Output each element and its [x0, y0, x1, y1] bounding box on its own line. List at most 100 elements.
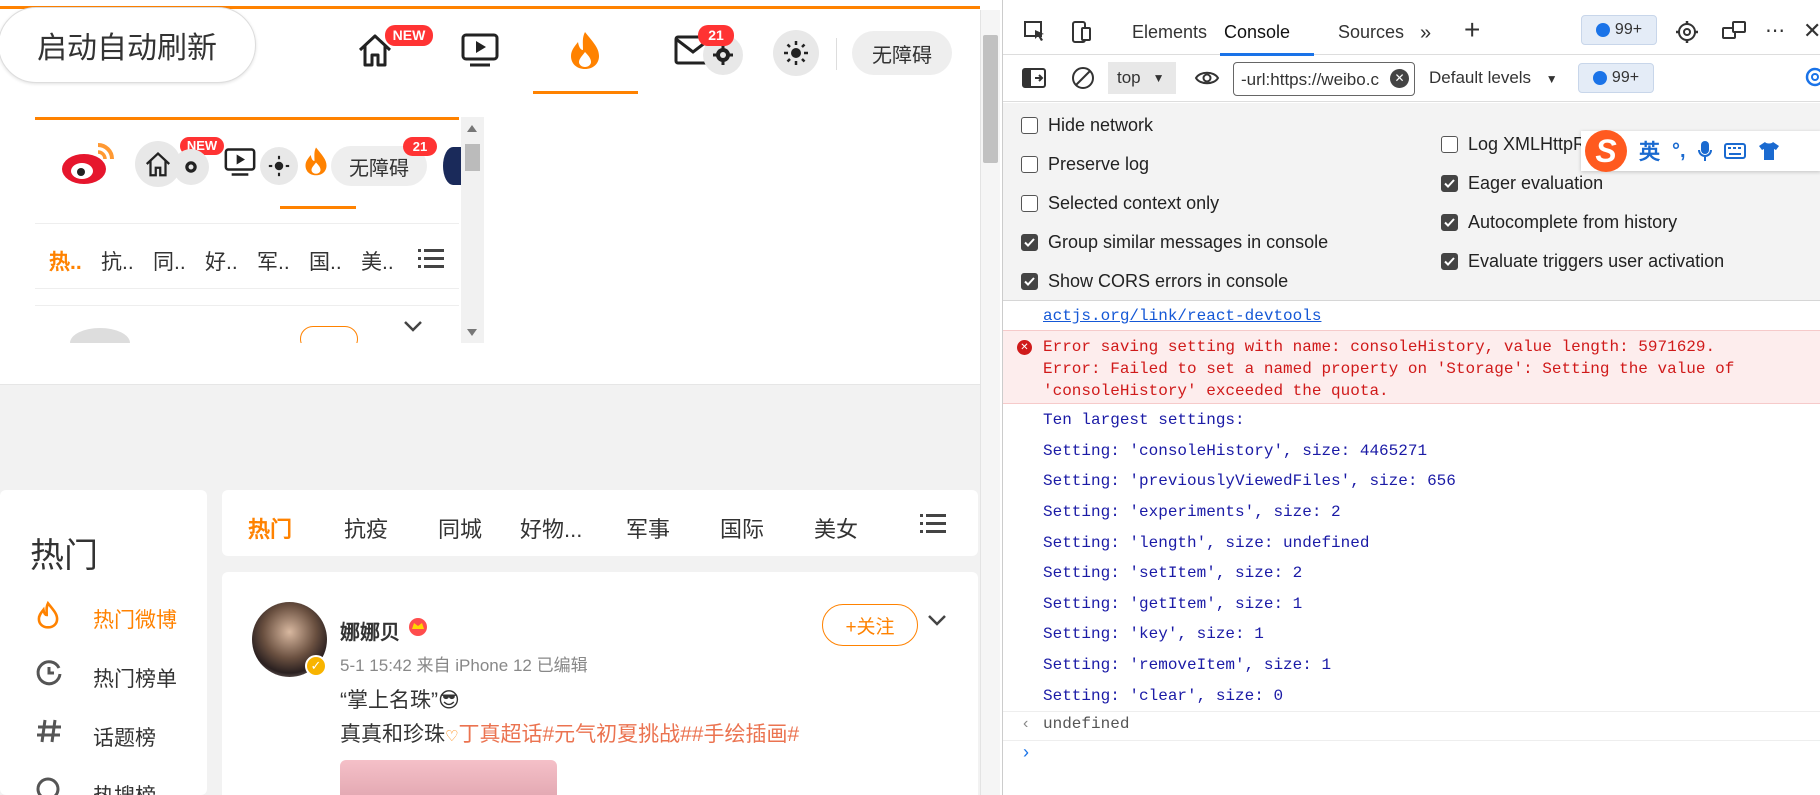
setting-eager-eval[interactable]: Eager evaluation [1441, 173, 1603, 194]
context-label: top [1117, 68, 1141, 87]
checkbox[interactable] [1021, 117, 1038, 134]
sidebar-item-hot-list[interactable]: 热门榜单 [93, 663, 177, 693]
setting-user-activation[interactable]: Evaluate triggers user activation [1441, 251, 1724, 272]
close-icon[interactable]: ✕ [1803, 18, 1820, 44]
post-author[interactable]: 娜娜贝 [340, 616, 400, 645]
mini-menu-icon[interactable] [418, 248, 444, 268]
page-scrollbar[interactable] [980, 10, 1000, 795]
video-icon[interactable] [450, 20, 510, 80]
mini-avatar-partial[interactable] [443, 147, 463, 185]
skin-shirt-icon[interactable] [1758, 141, 1780, 161]
ime-punctuation[interactable]: °, [1672, 140, 1686, 163]
setting-label: Evaluate triggers user activation [1468, 251, 1725, 271]
clear-console-icon[interactable] [1071, 66, 1095, 90]
mini-tab[interactable]: 军.. [257, 246, 290, 276]
setting-show-cors[interactable]: Show CORS errors in console [1021, 271, 1288, 292]
mini-gear-icon[interactable] [173, 149, 209, 185]
scroll-up-icon[interactable] [467, 125, 477, 132]
more-tabs-icon[interactable]: » [1420, 22, 1431, 45]
checkbox-checked[interactable] [1441, 253, 1458, 270]
checkbox[interactable] [1021, 195, 1038, 212]
keyboard-icon[interactable] [1723, 143, 1746, 159]
sidebar-item-hot-search[interactable]: 热搜榜 [93, 780, 156, 795]
tab-military[interactable]: 军事 [626, 512, 670, 544]
tab-epidemic[interactable]: 抗疫 [344, 512, 388, 544]
settings-gear-icon[interactable] [1675, 20, 1699, 44]
checkbox-checked[interactable] [1441, 214, 1458, 231]
mini-sun-icon[interactable] [260, 147, 298, 185]
auto-refresh-button[interactable]: 启动自动刷新 [0, 7, 256, 83]
eval-result: undefined [1043, 715, 1130, 733]
mini-tab[interactable]: 美.. [361, 246, 394, 276]
mini-tab[interactable]: 好.. [205, 246, 238, 276]
checkbox[interactable] [1021, 156, 1038, 173]
ime-mode-label[interactable]: 英 [1639, 136, 1660, 166]
console-settings-icon[interactable] [1803, 65, 1820, 89]
sidebar-toggle-icon[interactable] [1021, 67, 1047, 89]
mini-follow-button[interactable] [300, 326, 358, 343]
post-chevron-down-icon[interactable] [927, 614, 947, 626]
mini-feed-preview [35, 305, 459, 343]
checkbox-checked[interactable] [1021, 234, 1038, 251]
checkbox-checked[interactable] [1441, 175, 1458, 192]
mini-video-icon[interactable] [223, 147, 257, 177]
more-options-icon[interactable]: ⋯ [1765, 18, 1785, 43]
setting-autocomplete[interactable]: Autocomplete from history [1441, 212, 1677, 233]
hot-flame-icon[interactable] [555, 20, 615, 80]
tab-elements[interactable]: Elements [1132, 22, 1207, 43]
tab-hot[interactable]: 热门 [248, 512, 292, 544]
setting-group-similar[interactable]: Group similar messages in console [1021, 232, 1328, 253]
scroll-down-icon[interactable] [467, 329, 477, 336]
post-image[interactable] [340, 760, 557, 795]
console-prompt-input[interactable] [1043, 743, 1803, 765]
toolbar-issues-count: 99+ [1611, 69, 1640, 86]
sogou-logo-icon[interactable]: S [1585, 130, 1627, 172]
follow-button[interactable]: +关注 [822, 604, 918, 646]
mini-scrollbar[interactable] [461, 117, 484, 343]
log-levels-label: Default levels [1429, 68, 1532, 87]
filter-input[interactable]: -url:https://weibo.c ✕ [1233, 62, 1415, 96]
tab-sources[interactable]: Sources [1338, 22, 1404, 43]
react-devtools-link[interactable]: actjs.org/link/react-devtools [1043, 307, 1321, 325]
setting-selected-context[interactable]: Selected context only [1021, 193, 1219, 214]
add-tab-icon[interactable]: + [1464, 16, 1480, 44]
clear-filter-icon[interactable]: ✕ [1390, 69, 1409, 88]
post-topic-link[interactable]: 丁真超话#元气初夏挑战##手绘插画# [458, 723, 799, 746]
issues-counter[interactable]: 99+ [1581, 15, 1657, 45]
feedback-icon[interactable] [1721, 20, 1747, 44]
prompt-chevron-icon: › [1023, 742, 1029, 762]
context-selector[interactable]: top ▼ [1108, 62, 1176, 94]
top-panel: 启动自动刷新 NEW 21 无障碍 NEW 无障碍 21 热.. 抗.. 同..… [0, 0, 980, 385]
accessibility-button[interactable]: 无障碍 [852, 31, 952, 75]
setting-label: Group similar messages in console [1048, 232, 1329, 252]
toolbar-issues-counter[interactable]: 99+ [1578, 63, 1654, 93]
setting-hide-network[interactable]: Hide network [1021, 115, 1153, 136]
sidebar-item-topics[interactable]: 话题榜 [93, 722, 156, 752]
inspect-element-icon[interactable] [1023, 20, 1047, 44]
tab-local[interactable]: 同城 [438, 512, 482, 544]
checkbox-checked[interactable] [1021, 273, 1038, 290]
ime-toolbar[interactable]: S 英 °, [1581, 130, 1820, 172]
tab-console[interactable]: Console [1224, 22, 1290, 43]
live-expression-eye-icon[interactable] [1194, 67, 1220, 89]
log-levels-dropdown[interactable]: Default levels ▼ [1429, 68, 1558, 88]
setting-preserve-log[interactable]: Preserve log [1021, 154, 1149, 175]
tab-beauty[interactable]: 美女 [814, 512, 858, 544]
mini-chevron-down-icon[interactable] [403, 320, 423, 332]
mini-scroll-thumb[interactable] [465, 144, 480, 171]
weibo-logo-icon[interactable] [60, 139, 118, 187]
theme-sun-icon[interactable] [773, 30, 819, 76]
mini-tab[interactable]: 抗.. [101, 246, 134, 276]
tab-international[interactable]: 国际 [720, 512, 764, 544]
mini-flame-icon[interactable] [301, 141, 331, 181]
microphone-icon[interactable] [1697, 140, 1712, 162]
sidebar-item-hot-weibo[interactable]: 热门微博 [93, 604, 177, 634]
checkbox[interactable] [1441, 136, 1458, 153]
tab-goods[interactable]: 好物... [520, 512, 582, 544]
mini-tab[interactable]: 国.. [309, 246, 342, 276]
page-scroll-thumb[interactable] [983, 35, 998, 163]
mini-tab[interactable]: 热.. [49, 246, 82, 276]
mini-tab[interactable]: 同.. [153, 246, 186, 276]
tab-menu-icon[interactable] [920, 513, 946, 533]
device-toolbar-icon[interactable] [1069, 20, 1093, 44]
